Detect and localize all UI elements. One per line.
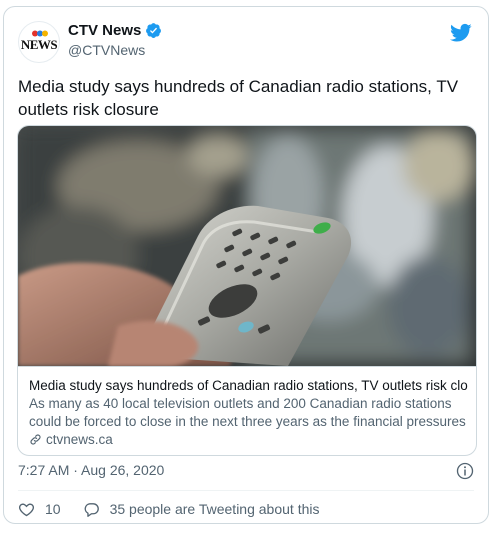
heart-icon[interactable] [18, 501, 35, 518]
like-action[interactable]: 10 [18, 501, 61, 518]
speech-bubble-icon[interactable] [83, 501, 100, 518]
card-domain-text: ctvnews.ca [46, 432, 113, 447]
conversation-text: 35 people are Tweeting about this [109, 501, 320, 517]
display-name[interactable]: CTV News [68, 22, 141, 39]
link-icon [30, 434, 41, 445]
conversation-action[interactable]: 35 people are Tweeting about this [83, 501, 320, 518]
account-names: CTV News @CTVNews [68, 22, 162, 58]
tweet-meta: 7:27 AM · Aug 26, 2020 [18, 462, 474, 482]
account-handle[interactable]: @CTVNews [68, 42, 162, 58]
card-title[interactable]: Media study says hundreds of Canadian ra… [29, 377, 469, 395]
card-body[interactable]: Media study says hundreds of Canadian ra… [18, 366, 476, 455]
card-domain[interactable]: ctvnews.ca [29, 432, 113, 447]
card-image[interactable] [18, 126, 477, 366]
like-count: 10 [45, 501, 61, 517]
info-icon[interactable] [456, 462, 474, 480]
tweet-timestamp[interactable]: 7:27 AM · Aug 26, 2020 [18, 462, 164, 478]
divider [18, 490, 474, 491]
tweet-embed[interactable]: NEWS CTV News @CTVNews Media study says … [3, 6, 489, 524]
twitter-bird-icon[interactable] [450, 23, 472, 43]
tweet-actions: 10 35 people are Tweeting about this [18, 498, 341, 520]
avatar[interactable]: NEWS [18, 21, 60, 63]
tweet-header: NEWS CTV News @CTVNews [18, 21, 474, 65]
card-description: As many as 40 local television outlets a… [29, 395, 469, 431]
tweet-text: Media study says hundreds of Canadian ra… [18, 77, 459, 119]
verified-badge-icon [146, 23, 162, 38]
card-description-line: As many as 40 local television outlets a… [29, 396, 452, 411]
avatar-logo-text: NEWS [20, 37, 58, 52]
link-card[interactable]: Media study says hundreds of Canadian ra… [17, 125, 477, 456]
card-description-line: could be forced to close in the next thr… [29, 414, 469, 429]
